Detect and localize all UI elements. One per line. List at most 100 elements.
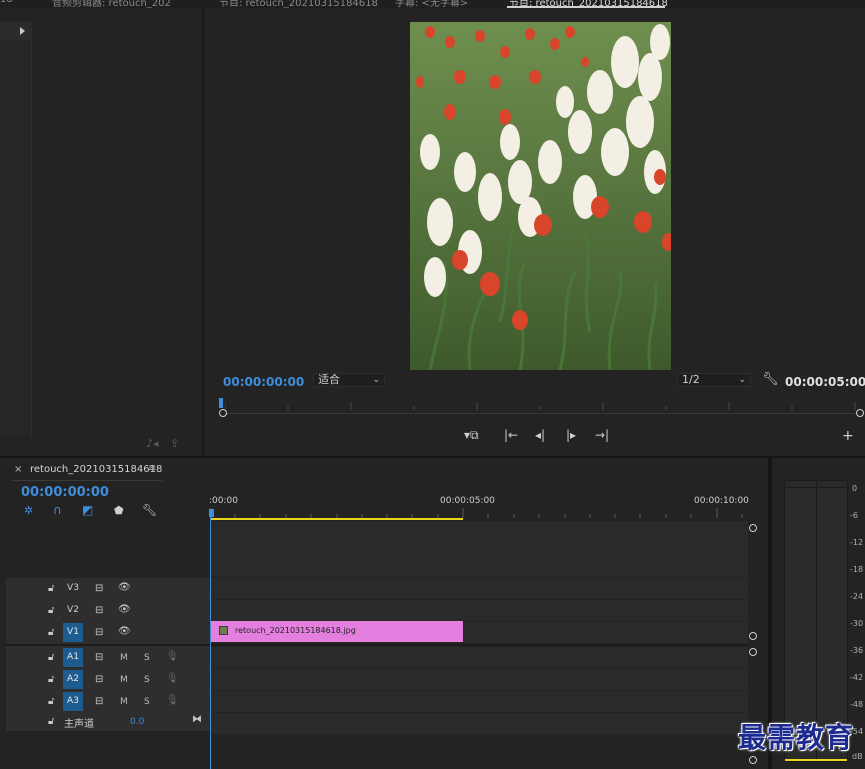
timeline-playhead-head[interactable] — [209, 509, 214, 517]
program-timecode-current[interactable]: 00:00:00:00 — [223, 375, 304, 389]
go-to-end-icon[interactable]: ⧓ — [192, 714, 202, 725]
zoom-select-value: 适合 — [318, 373, 340, 386]
resolution-select[interactable]: 1/2 ⌄ — [677, 373, 751, 387]
track-target-v1[interactable]: V1 — [63, 623, 83, 642]
clip-name: retouch_20210315184618.jpg — [235, 626, 356, 635]
nest-icon[interactable]: ✲ — [24, 504, 33, 517]
track-target-a2[interactable]: A2 — [63, 670, 83, 689]
work-area-bar[interactable] — [210, 518, 463, 520]
clip-thumbnail — [219, 626, 228, 635]
timeline-playhead-line[interactable] — [210, 517, 211, 769]
lock-icon[interactable]: 🔓︎ — [48, 674, 54, 685]
timeline-panel: × retouch_20210315184618 ≡ 00:00:00:00 ✲… — [0, 458, 768, 769]
watermark-logo: 最需教育 — [738, 721, 855, 754]
empty-video-area — [210, 521, 748, 577]
project-list[interactable] — [0, 22, 32, 436]
track-target-v2[interactable]: V2 — [63, 601, 83, 620]
close-icon[interactable]: × — [14, 464, 22, 475]
scrubber-end-handle[interactable] — [856, 409, 864, 417]
lock-icon[interactable]: 🔓︎ — [48, 716, 54, 727]
master-track-label: 主声道 — [64, 719, 94, 730]
expand-triangle-icon[interactable] — [20, 27, 25, 35]
scrubber-track[interactable] — [225, 413, 859, 414]
sync-lock-icon[interactable]: ⊟ — [95, 652, 103, 663]
lock-icon[interactable]: 🔓︎ — [48, 627, 54, 638]
zoom-select[interactable]: 适合 ⌄ — [313, 373, 385, 387]
tab-program-1[interactable]: 节目: retouch_20210315184618 — [219, 0, 378, 8]
track-row-master[interactable] — [210, 713, 748, 734]
track-target-v3[interactable]: V3 — [63, 579, 83, 598]
ruler-label-5s: 00:00:05:00 — [440, 496, 495, 506]
meter-scale-12: -12 — [850, 538, 864, 547]
eye-icon[interactable]: 👁︎ — [118, 626, 131, 637]
tab-captions[interactable]: 字幕: <无字幕> — [395, 0, 468, 8]
track-row-v2[interactable] — [210, 600, 748, 621]
resolution-select-value: 1/2 — [682, 373, 700, 386]
scroll-handle-top[interactable] — [749, 524, 757, 532]
program-timecode-duration: 00:00:05:00 — [785, 375, 865, 389]
scroll-handle-audio-top[interactable] — [749, 648, 757, 656]
video-preview[interactable] — [410, 22, 671, 370]
tab-partial[interactable]: 18 — [0, 0, 13, 5]
lock-icon[interactable]: 🔓︎ — [48, 652, 54, 663]
sync-lock-icon[interactable]: ⊟ — [95, 583, 103, 594]
go-to-in-icon[interactable]: |← — [504, 428, 518, 442]
timeline-clip[interactable]: retouch_20210315184618.jpg — [211, 621, 463, 642]
wrench-icon[interactable]: 🔧︎ — [762, 372, 779, 387]
timeline-ruler-ticks[interactable] — [210, 508, 750, 518]
eye-icon[interactable]: 👁︎ — [118, 604, 131, 615]
solo-button[interactable]: S — [144, 675, 150, 685]
step-back-icon[interactable]: ◂| — [535, 428, 545, 442]
tab-audio-clip-mixer[interactable]: 音频剪辑器: retouch_202 — [52, 0, 171, 8]
lock-icon[interactable]: 🔓︎ — [48, 605, 54, 616]
timeline-settings-wrench-icon[interactable]: 🔧︎ — [142, 503, 157, 517]
lock-icon[interactable]: 🔓︎ — [48, 696, 54, 707]
mic-icon[interactable]: 🎙︎ — [166, 673, 179, 684]
export-icon[interactable]: ⇪ — [170, 437, 179, 450]
mute-button[interactable]: M — [120, 675, 128, 685]
play-icon[interactable]: |▸ — [566, 428, 576, 442]
sync-lock-icon[interactable]: ⊟ — [95, 674, 103, 685]
playhead-marker[interactable] — [219, 398, 223, 408]
sync-lock-icon[interactable]: ⊟ — [95, 696, 103, 707]
lock-icon[interactable]: 🔓︎ — [48, 583, 54, 594]
active-tab-indicator — [507, 6, 665, 8]
track-row-a3[interactable] — [210, 691, 748, 712]
menu-icon[interactable]: ≡ — [148, 463, 156, 474]
meter-peak-line — [785, 487, 847, 488]
meter-scale-24: -24 — [850, 592, 864, 601]
marker-icon[interactable]: ▾⧉ — [464, 428, 479, 443]
track-row-v3[interactable] — [210, 578, 748, 599]
add-icon[interactable]: + — [842, 428, 854, 444]
go-to-out-icon[interactable]: →| — [595, 428, 609, 442]
master-volume[interactable]: 0.0 — [130, 717, 144, 727]
track-target-a3[interactable]: A3 — [63, 692, 83, 711]
track-row-a2[interactable] — [210, 669, 748, 690]
sync-lock-icon[interactable]: ⊟ — [95, 627, 103, 638]
timeline-timecode[interactable]: 00:00:00:00 — [21, 485, 109, 500]
track-row-a1[interactable] — [210, 647, 748, 668]
audio-out-icon[interactable]: ♪◂ — [146, 437, 159, 450]
mute-button[interactable]: M — [120, 653, 128, 663]
eye-icon[interactable]: 👁︎ — [118, 582, 131, 593]
linked-selection-icon[interactable]: ◩ — [82, 503, 93, 517]
scroll-handle-video-bottom[interactable] — [749, 632, 757, 640]
add-marker-icon[interactable]: ⬟ — [114, 504, 124, 517]
sequence-tab[interactable]: retouch_20210315184618 — [30, 464, 162, 475]
chevron-down-icon: ⌄ — [372, 375, 380, 385]
mute-button[interactable]: M — [120, 697, 128, 707]
scrubber-start-handle[interactable] — [219, 409, 227, 417]
mic-icon[interactable]: 🎙︎ — [166, 695, 179, 706]
solo-button[interactable]: S — [144, 653, 150, 663]
meter-scale-48: -48 — [850, 700, 864, 709]
sync-lock-icon[interactable]: ⊟ — [95, 605, 103, 616]
mic-icon[interactable]: 🎙︎ — [166, 651, 179, 662]
scroll-handle-audio-bottom[interactable] — [749, 756, 757, 764]
solo-button[interactable]: S — [144, 697, 150, 707]
video-audio-separator[interactable] — [6, 644, 748, 646]
chevron-down-icon: ⌄ — [738, 375, 746, 385]
snap-icon[interactable]: ∩ — [53, 503, 62, 517]
ruler-label-10s: 00:00:10:00 — [694, 496, 749, 506]
ruler-label-start: :00:00 — [209, 496, 238, 506]
track-target-a1[interactable]: A1 — [63, 648, 83, 667]
